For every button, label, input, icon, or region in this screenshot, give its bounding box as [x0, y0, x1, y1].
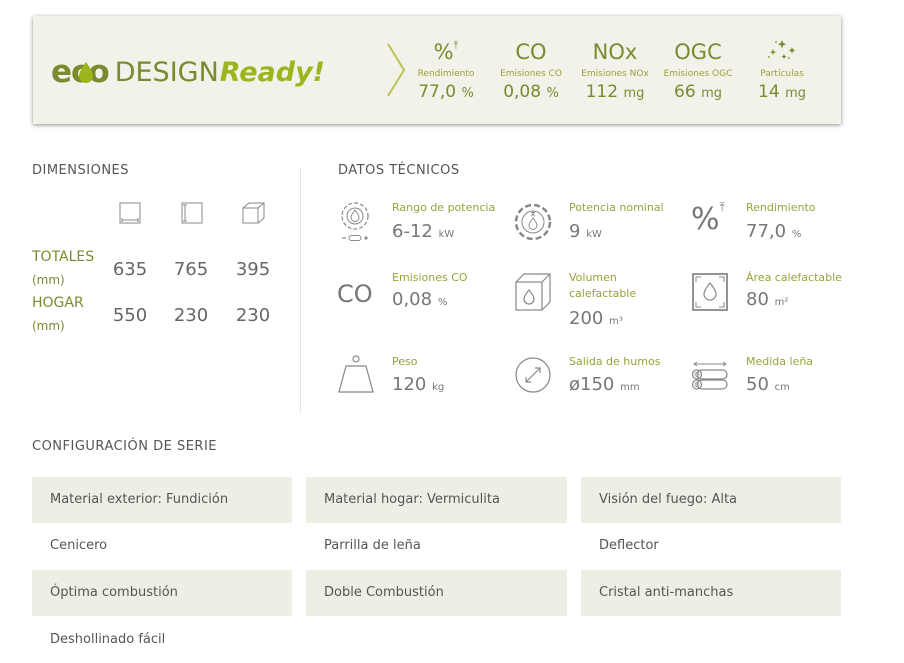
config-item: Cenicero: [50, 538, 108, 553]
config-item: Deshollinado fácil: [50, 632, 166, 647]
logo-ready-text: Ready!: [219, 56, 325, 88]
tech-value: 50 cm: [746, 374, 790, 395]
tech-label: Medida leña: [746, 355, 814, 368]
dimensions-row-label: TOTALES: [32, 249, 95, 265]
ogc-symbol: OGC: [674, 40, 722, 64]
eco-metric-label: Partículas: [760, 69, 804, 79]
eco-metric-label: Emisiones CO: [500, 69, 562, 79]
eco-metric-value: 0,08 %: [503, 82, 559, 102]
dimensions-title: DIMENSIONES: [32, 163, 130, 178]
tech-item-heated-area: Área calefactable 80 m²: [691, 270, 861, 330]
section-divider: [300, 168, 301, 413]
width-icon: [119, 202, 141, 224]
height-icon: [181, 202, 203, 224]
dimensions-row-unit: (mm): [32, 273, 65, 287]
weight-icon: [338, 355, 374, 393]
chevron-right-icon: [387, 43, 406, 97]
config-item: Óptima combustión: [32, 570, 292, 616]
eco-metric-co: CO Emisiones CO 0,08 %: [496, 38, 566, 102]
tech-item-flue-outlet: Salida de humos ø150 mm: [514, 354, 684, 404]
heated-area-icon: [692, 273, 728, 311]
config-item: Doble Combustión: [306, 570, 567, 616]
tech-label-line2: calefactable: [569, 287, 637, 300]
tech-value: 6-12 kW: [392, 221, 455, 242]
eco-metric-label: Emisiones NOx: [581, 69, 649, 79]
ecodesign-banner: eco DESIGN Ready! %⤒ Rendimiento 77,0 % …: [33, 16, 841, 124]
eco-metric-value: 66 mg: [674, 82, 722, 102]
tech-value: 9 kW: [569, 221, 602, 242]
tech-item-log-size: Medida leña 50 cm: [691, 354, 861, 404]
config-item: Material hogar: Vermiculita: [306, 477, 567, 523]
eco-metric-label: Rendimiento: [417, 69, 475, 79]
eco-metric-value: 14 mg: [758, 82, 806, 102]
dimensions-row-unit: (mm): [32, 319, 65, 333]
power-range-icon: [341, 202, 369, 241]
eco-metric-nox: NOx Emisiones NOx 112 mg: [579, 38, 651, 102]
co-icon: CO: [337, 280, 373, 308]
tech-label: Peso: [392, 355, 418, 368]
eco-metric-label: Emisiones OGC: [663, 69, 733, 79]
eco-metric-value: 77,0 %: [418, 82, 474, 102]
dimension-value: 550: [112, 305, 148, 326]
dimension-value: 635: [112, 259, 148, 280]
tech-label: Área calefactable: [746, 271, 842, 284]
depth-icon: [242, 202, 265, 224]
eco-metric-value: 112 mg: [585, 82, 645, 102]
nox-symbol: NOx: [592, 40, 638, 64]
tech-label: Rendimiento: [746, 201, 816, 214]
config-item: Cristal anti-manchas: [581, 570, 841, 616]
tech-item-co-emissions: CO Emisiones CO 0,08 %: [337, 270, 507, 330]
tech-value: 200 m³: [569, 308, 623, 329]
tech-value: ø150 mm: [569, 374, 640, 395]
tech-label: Rango de potencia: [392, 201, 496, 214]
config-item: Visión del fuego: Alta: [581, 477, 841, 523]
dimension-value: 230: [173, 305, 209, 326]
percent-arrow-icon: %⤒: [433, 39, 459, 64]
config-title: CONFIGURACIÓN DE SERIE: [32, 439, 218, 454]
heated-volume-icon: [515, 273, 551, 311]
leaf-drop-icon: [78, 61, 96, 87]
ecodesign-logo: eco DESIGN Ready!: [51, 52, 325, 92]
dimensions-row-label: HOGAR: [32, 295, 84, 311]
eco-metric-ogc: OGC Emisiones OGC 66 mg: [661, 38, 735, 102]
flue-outlet-icon: [515, 357, 551, 393]
tech-label: Emisiones CO: [392, 271, 468, 284]
nominal-power-icon: [514, 203, 552, 241]
config-item: Parrilla de leña: [324, 538, 421, 553]
tech-value: 0,08 %: [392, 289, 448, 310]
eco-metric-particles: Partículas 14 mg: [751, 38, 813, 102]
logo-design-text: DESIGN: [114, 56, 219, 88]
tech-item-power-range: Rango de potencia 6-12 kW: [337, 200, 507, 250]
dimension-value: 395: [235, 259, 271, 280]
co-symbol: CO: [515, 40, 547, 64]
eco-metric-efficiency: %⤒ Rendimiento 77,0 %: [416, 38, 476, 102]
particles-icon: [751, 38, 813, 66]
config-item: Material exterior: Fundición: [32, 477, 292, 523]
tech-item-nominal-power: Potencia nominal 9 kW: [514, 200, 684, 250]
tech-label: Salida de humos: [569, 355, 661, 368]
tech-label: Volumen: [569, 271, 617, 284]
tech-item-heated-volume: Volumen calefactable 200 m³: [514, 270, 684, 330]
tech-label: Potencia nominal: [569, 201, 664, 214]
tech-value: 120 kg: [392, 374, 445, 395]
config-item: Deflector: [599, 538, 659, 553]
dimension-value: 765: [173, 259, 209, 280]
tech-value: 80 m²: [746, 289, 789, 310]
tech-item-weight: Peso 120 kg: [337, 354, 507, 404]
log-size-icon: [691, 361, 728, 390]
tech-value: 77,0 %: [746, 221, 802, 242]
dimension-value: 230: [235, 305, 271, 326]
tech-title: DATOS TÉCNICOS: [338, 163, 460, 178]
tech-item-efficiency: %⤒ Rendimiento 77,0 %: [691, 200, 861, 250]
efficiency-icon: %⤒: [691, 200, 725, 237]
